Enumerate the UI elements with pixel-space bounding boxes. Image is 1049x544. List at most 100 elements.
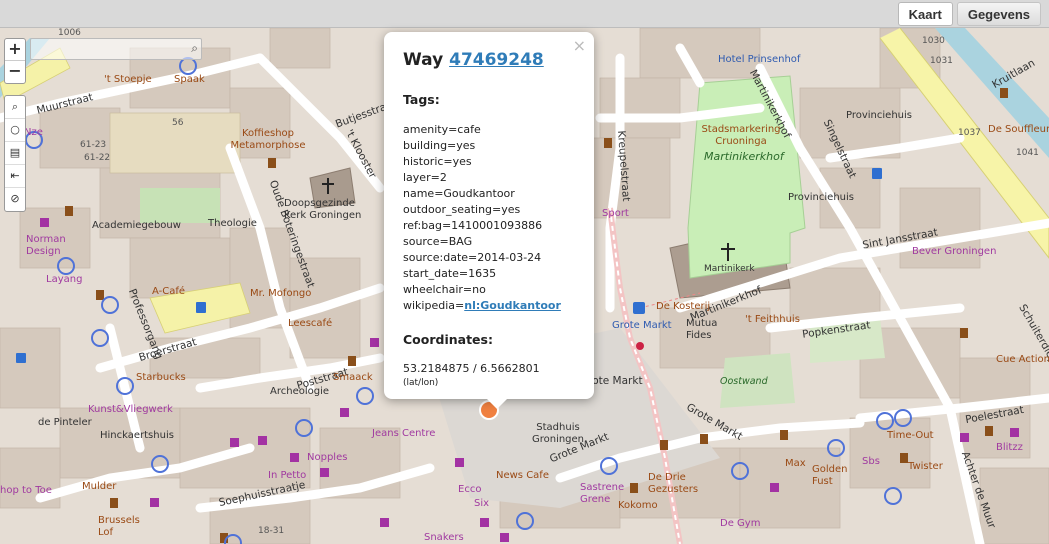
place-label: Kokomo [618,500,658,511]
place-label: De Drie Gezusters [648,472,699,495]
place-label: 't Stoepje [104,74,152,85]
place-label: News Cafe [496,470,549,481]
place-label: Norman Design [26,234,66,257]
place-label: Sastrene Grene [580,482,625,505]
place-label: Kunst&Vliegwerk [88,404,173,415]
popup-title: Way 47469248 [403,50,575,70]
tag-item: name=Goudkantoor [403,187,515,200]
place-label: Spaak [174,74,205,85]
close-icon[interactable]: × [573,36,586,55]
top-bar: Kaart Gegevens [0,0,1049,28]
house-number: 1030 [922,36,945,46]
feature-popup: × Way 47469248 Tags: amenity=cafe buildi… [384,32,594,409]
coords-value: 53.2184875 / 6.5662801 [403,362,540,375]
tag-item: source=BAG [403,235,473,248]
tag-list: amenity=cafe building=yes historic=yes l… [403,122,575,314]
popup-title-prefix: Way [403,50,444,70]
place-label: Twister [908,461,943,472]
place-label: Mulder [82,481,117,492]
coords-unit: (lat/lon) [403,378,439,388]
place-label: In Petto [268,470,307,481]
tab-gegevens[interactable]: Gegevens [956,2,1041,26]
place-label: De Kosterij [656,301,711,312]
place-label: Brussels Lof [98,515,140,538]
place-label: Snakers [424,532,464,543]
place-label: Golden Fust [812,464,848,487]
place-label: Nze [24,127,43,138]
place-label: Sbs [862,456,880,467]
house-number: 1037 [958,128,981,138]
zoom-control: + − [4,38,26,84]
place-label: Grote Markt [612,320,672,331]
tag-item: start_date=1635 [403,267,497,280]
house-number: 61-23 [80,140,107,150]
place-label: Leescafé [288,318,333,329]
place-label: Nopples [307,452,348,463]
place-label: Time-Out [887,430,934,441]
zoom-in-button[interactable]: + [5,39,25,61]
place-label: Hinckaertshuis [100,430,174,441]
place-label: Hotel Prinsenhof [718,54,801,65]
park-label: Martinikerkhof [704,150,784,163]
place-label: 't Feithhuis [745,314,800,325]
place-label: Ecco [458,484,482,495]
place-label: De Gym [720,518,761,529]
zoom-out-button[interactable]: − [5,61,25,83]
house-number: 1031 [930,56,953,66]
tag-item-wikipedia: wikipedia=nl:Goudkantoor [403,298,575,314]
tag-item: wheelchair=no [403,283,486,296]
measure-icon[interactable]: ⇤ [5,165,25,188]
place-label: Mutua Fides [686,318,718,341]
place-label: Koffieshop Metamorphose [230,128,306,151]
wikipedia-link[interactable]: nl:Goudkantoor [464,299,561,312]
house-number: 1041 [1016,148,1039,158]
place-label: Six [474,498,490,509]
house-number: 56 [172,118,184,128]
tag-item: historic=yes [403,155,472,168]
tag-item: amenity=cafe [403,123,481,136]
coords-row: 53.2184875 / 6.5662801 (lat/lon) [403,362,575,388]
locate-icon[interactable]: ○ [5,119,25,142]
popup-tip [487,399,507,409]
place-label: de Pinteler [38,417,92,428]
place-label: Jeans Centre [372,428,436,439]
house-number: 61-22 [84,153,111,163]
magnifier-icon[interactable]: ⌕ [5,96,25,119]
clear-icon[interactable]: ⊘ [5,188,25,211]
place-label: Blitzz [996,442,1023,453]
tab-kaart[interactable]: Kaart [897,2,953,26]
view-tabs: Kaart Gegevens [897,2,1041,26]
place-label: Archeologie [270,386,330,397]
place-label: Smaack [333,372,373,383]
place-label: Cue Action [996,354,1049,365]
place-label: De Souffleur [988,124,1049,135]
tag-item: outdoor_seating=yes [403,203,521,216]
tag-item: building=yes [403,139,476,152]
tag-item: ref:bag=1410001093886 [403,219,543,232]
tags-heading: Tags: [403,92,440,107]
layers-icon[interactable]: ▤ [5,142,25,165]
place-label: Martinikerk [704,264,755,274]
map-tools: ⌕ ○ ▤ ⇤ ⊘ [4,95,26,212]
wikipedia-key: wikipedia= [403,299,465,312]
tag-item: source:date=2014-03-24 [403,251,542,264]
place-label: Provinciehuis [846,110,912,121]
way-id-link[interactable]: 47469248 [449,50,544,70]
place-label: A-Café [152,286,186,297]
place-label: Layang [46,274,83,285]
map-search-input[interactable]: ⌕ [30,38,202,60]
coords-heading: Coordinates: [403,332,493,347]
area-label: Oostwand [720,376,768,387]
place-label: Doopsgezinde Kerk Groningen [284,198,362,221]
place-label: Mr. Mofongo [250,288,312,299]
place-label: Provinciehuis [788,192,854,203]
place-label: Academiegebouw [92,220,181,231]
search-icon[interactable]: ⌕ [191,41,198,56]
place-label: Max [785,458,806,469]
place-label: Theologie [208,218,257,229]
place-label: Stadsmarkering Cruoninga [701,124,781,147]
house-number: 1006 [58,28,81,38]
tag-item: layer=2 [403,171,447,184]
place-label: Sport [602,208,629,219]
place-label: Bever Groningen [912,246,997,257]
